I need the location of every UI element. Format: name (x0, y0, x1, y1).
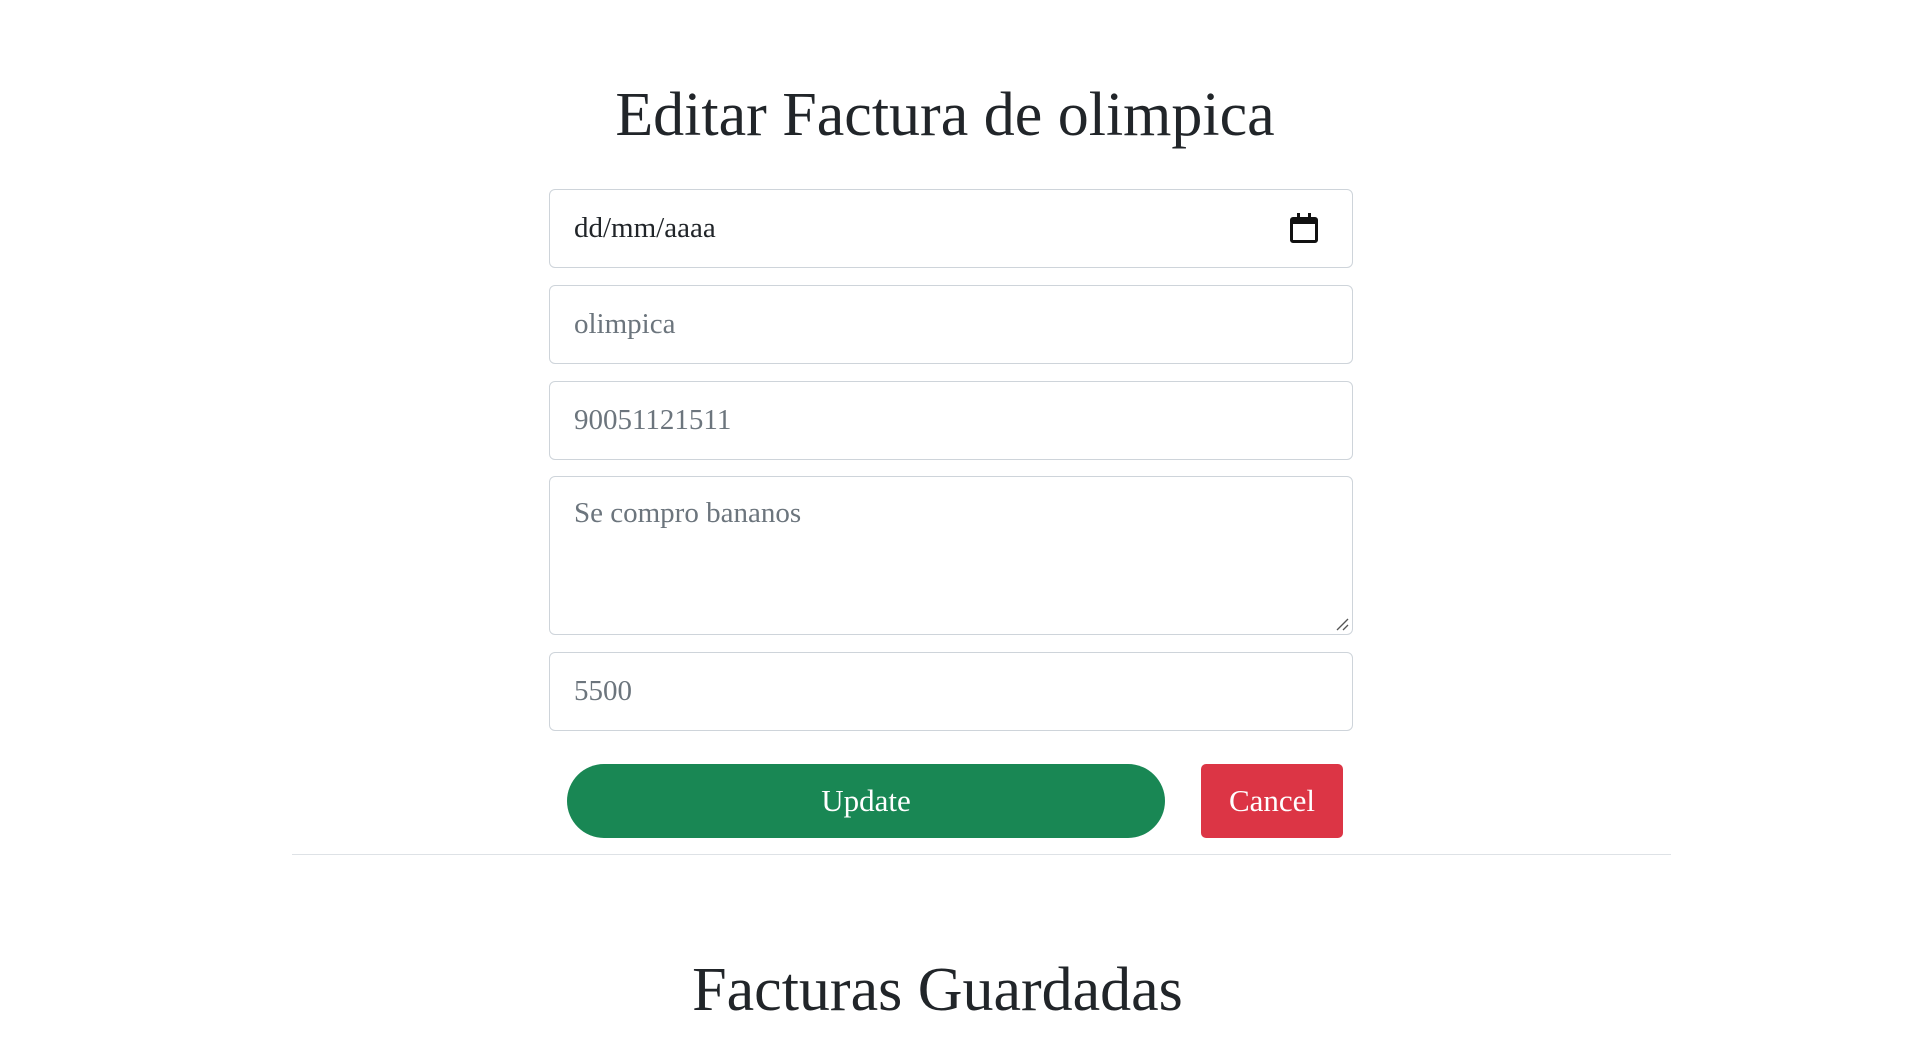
nit-input[interactable]: 90051121511 (549, 381, 1353, 460)
date-input[interactable]: dd/mm/aaaa (549, 189, 1353, 268)
description-value: Se compro bananos (574, 497, 802, 529)
description-textarea[interactable]: Se compro bananos (549, 476, 1353, 635)
total-value: 5500 (574, 675, 632, 707)
resize-grip-icon[interactable] (1333, 615, 1349, 631)
section-divider (292, 854, 1671, 855)
cancel-button[interactable]: Cancel (1201, 764, 1343, 838)
update-button[interactable]: Update (567, 764, 1165, 838)
store-name-input[interactable]: olimpica (549, 285, 1353, 364)
calendar-icon[interactable] (1288, 212, 1320, 245)
store-name-value: olimpica (574, 308, 676, 340)
total-input[interactable]: 5500 (549, 652, 1353, 731)
date-input-text: dd/mm/aaaa (574, 212, 716, 244)
edit-invoice-title: Editar Factura de olimpica (615, 81, 1275, 149)
nit-value: 90051121511 (574, 404, 732, 436)
page: Editar Factura de olimpica dd/mm/aaaa ol… (0, 0, 1920, 1055)
saved-invoices-title: Facturas Guardadas (692, 956, 1183, 1024)
